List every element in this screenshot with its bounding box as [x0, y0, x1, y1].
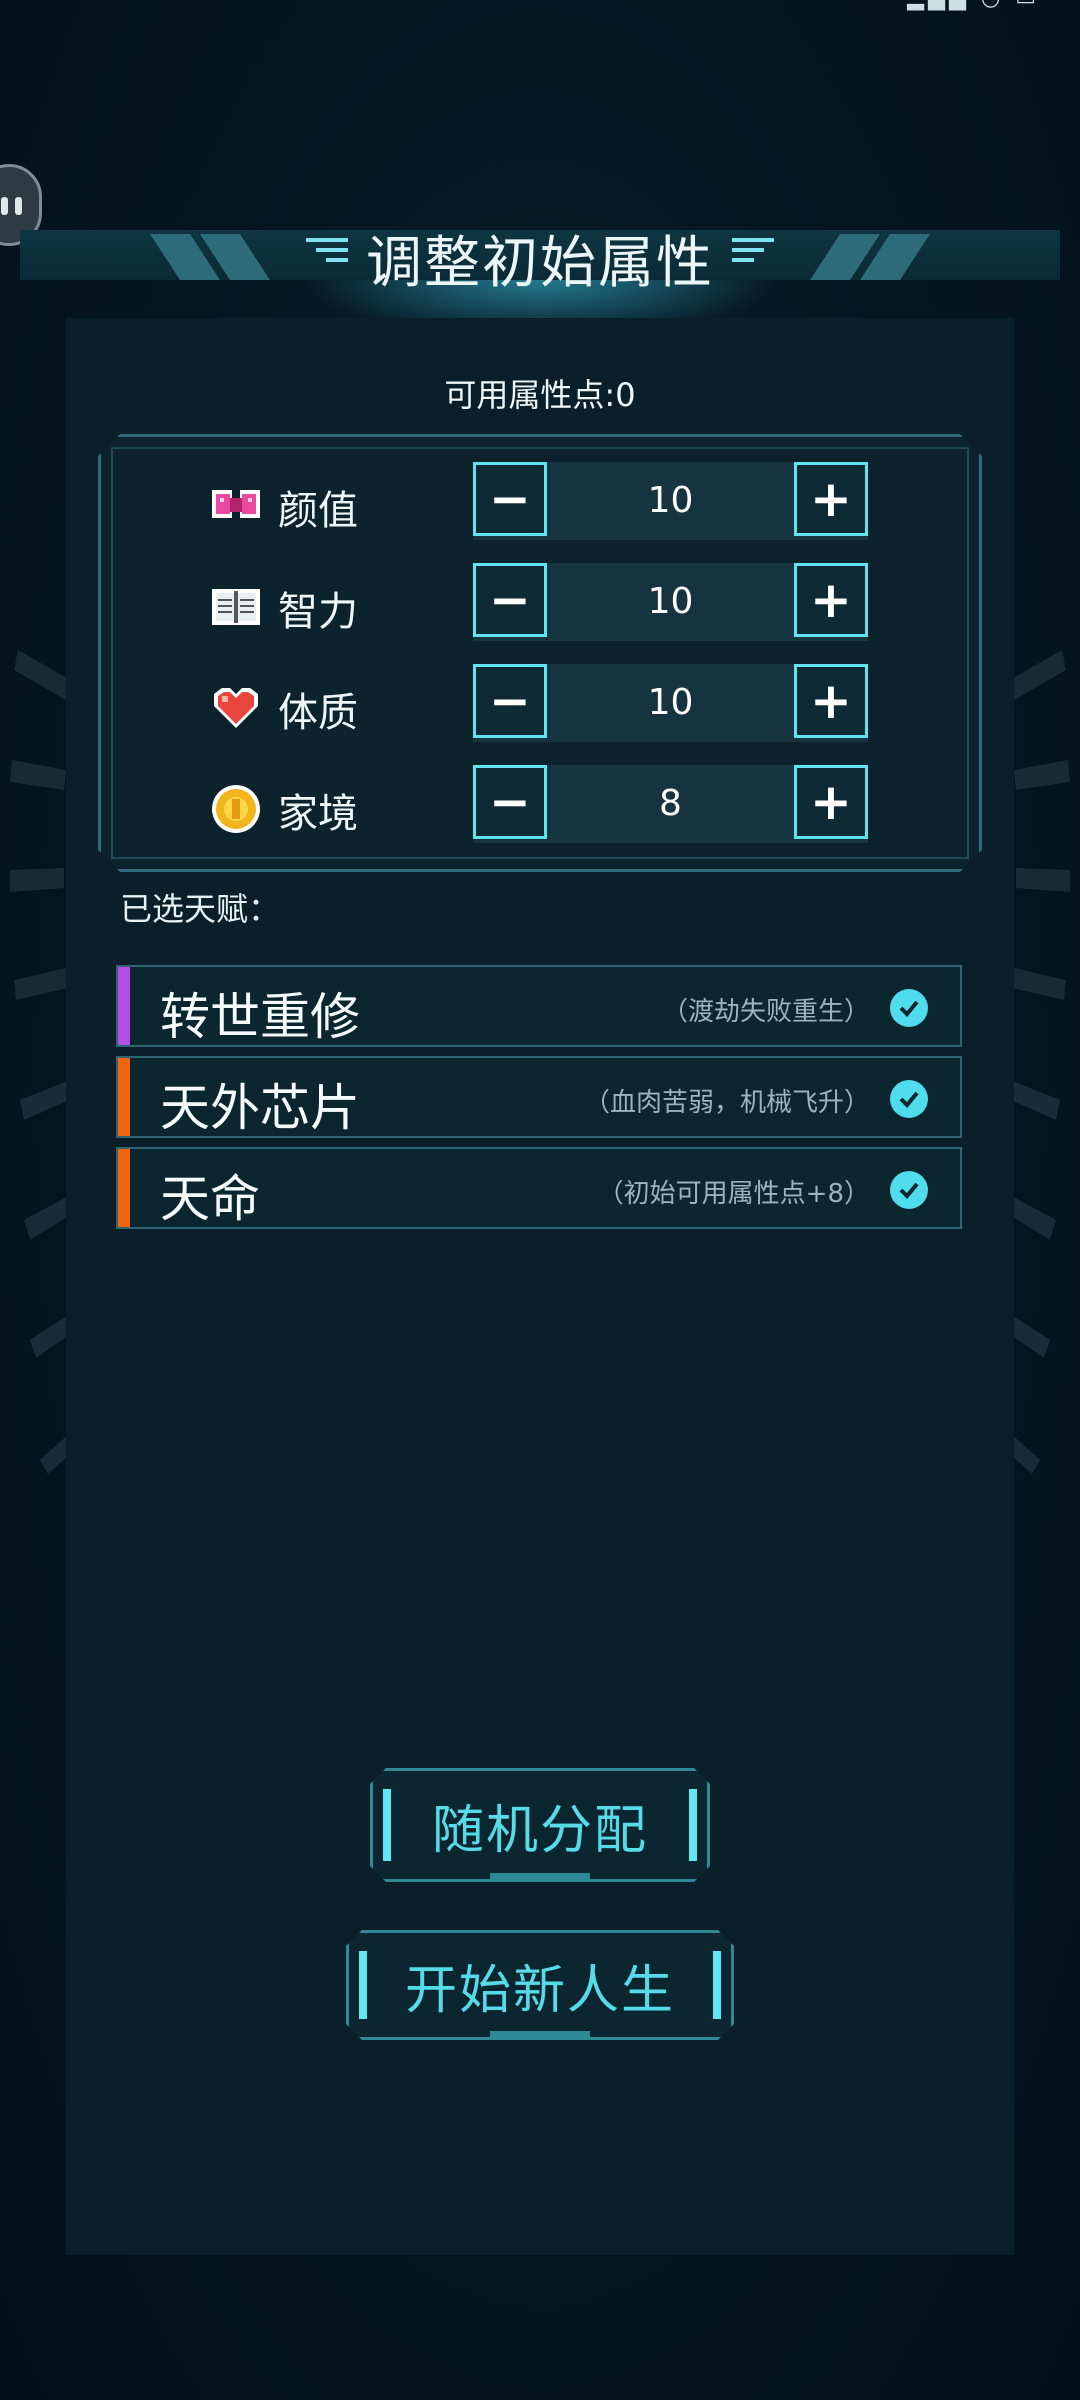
status-icons: ▂▄▆ ◔ ▭ — [907, 0, 1040, 11]
attribute-row-appearance: 颜值 − 10 + — [98, 462, 982, 540]
talent-name: 天外芯片 — [160, 1079, 360, 1137]
plus-icon: + — [810, 470, 852, 528]
decrease-button[interactable]: − — [473, 563, 547, 637]
decrease-button[interactable]: − — [473, 765, 547, 839]
minus-icon: − — [489, 773, 531, 831]
start-new-life-label: 开始新人生 — [404, 1960, 675, 2021]
attribute-label: 家境 — [278, 791, 358, 837]
attribute-value: 10 — [647, 581, 694, 622]
increase-button[interactable]: + — [794, 664, 868, 738]
check-icon — [890, 989, 928, 1027]
talent-description: （血肉苦弱，机械飞升） — [583, 1088, 870, 1118]
attribute-value: 10 — [647, 682, 694, 723]
button-accent-left — [359, 1951, 367, 2019]
button-accent-right — [689, 1789, 697, 1861]
status-bar: ▂▄▆ ◔ ▭ — [0, 0, 1080, 12]
minus-icon: − — [489, 470, 531, 528]
plus-icon: + — [810, 672, 852, 730]
attribute-label: 智力 — [278, 589, 358, 635]
minus-icon: − — [489, 571, 531, 629]
button-tab — [490, 2031, 590, 2039]
talent-description: （初始可用属性点+8） — [597, 1179, 870, 1209]
check-icon — [890, 1080, 928, 1118]
selected-talents-label: 已选天赋： — [120, 890, 281, 928]
coin-icon — [212, 785, 260, 833]
check-icon — [890, 1171, 928, 1209]
attribute-row-intelligence: 智力 − 10 + — [98, 563, 982, 641]
attribute-value: 10 — [647, 480, 694, 521]
increase-button[interactable]: + — [794, 462, 868, 536]
plus-icon: + — [810, 773, 852, 831]
heart-icon — [214, 688, 258, 728]
start-new-life-button[interactable]: 开始新人生 — [346, 1930, 734, 2040]
increase-button[interactable]: + — [794, 563, 868, 637]
family-stepper: − 8 + — [473, 765, 868, 843]
attribute-label: 颜值 — [278, 488, 358, 534]
minus-icon: − — [489, 672, 531, 730]
talent-rarity-stripe — [118, 967, 130, 1045]
button-tab — [490, 1873, 590, 1881]
header-banner: 调整初始属性 — [0, 210, 1080, 340]
talent-item[interactable]: 天命 （初始可用属性点+8） — [116, 1147, 962, 1229]
plus-icon: + — [810, 571, 852, 629]
increase-button[interactable]: + — [794, 765, 868, 839]
book-icon — [212, 589, 260, 625]
talent-item[interactable]: 天外芯片 （血肉苦弱，机械飞升） — [116, 1056, 962, 1138]
attribute-row-family: 家境 − 8 + — [98, 765, 982, 843]
talent-item[interactable]: 转世重修 （渡劫失败重生） — [116, 965, 962, 1047]
bow-icon — [212, 490, 260, 518]
button-accent-left — [383, 1789, 391, 1861]
attribute-value: 8 — [659, 783, 682, 824]
talent-description: （渡劫失败重生） — [661, 997, 870, 1027]
decrease-button[interactable]: − — [473, 462, 547, 536]
constitution-stepper: − 10 + — [473, 664, 868, 742]
random-allocate-button[interactable]: 随机分配 — [370, 1768, 710, 1882]
page-title: 调整初始属性 — [366, 231, 714, 296]
talent-rarity-stripe — [118, 1149, 130, 1227]
attribute-label: 体质 — [278, 690, 358, 736]
attribute-row-constitution: 体质 − 10 + — [98, 664, 982, 742]
intelligence-stepper: − 10 + — [473, 563, 868, 641]
talent-name: 转世重修 — [160, 988, 360, 1046]
decrease-button[interactable]: − — [473, 664, 547, 738]
button-accent-right — [713, 1951, 721, 2019]
appearance-stepper: − 10 + — [473, 462, 868, 540]
talent-name: 天命 — [160, 1170, 260, 1228]
talent-rarity-stripe — [118, 1058, 130, 1136]
available-points: 可用属性点:0 — [444, 376, 636, 414]
random-allocate-label: 随机分配 — [431, 1800, 648, 1861]
